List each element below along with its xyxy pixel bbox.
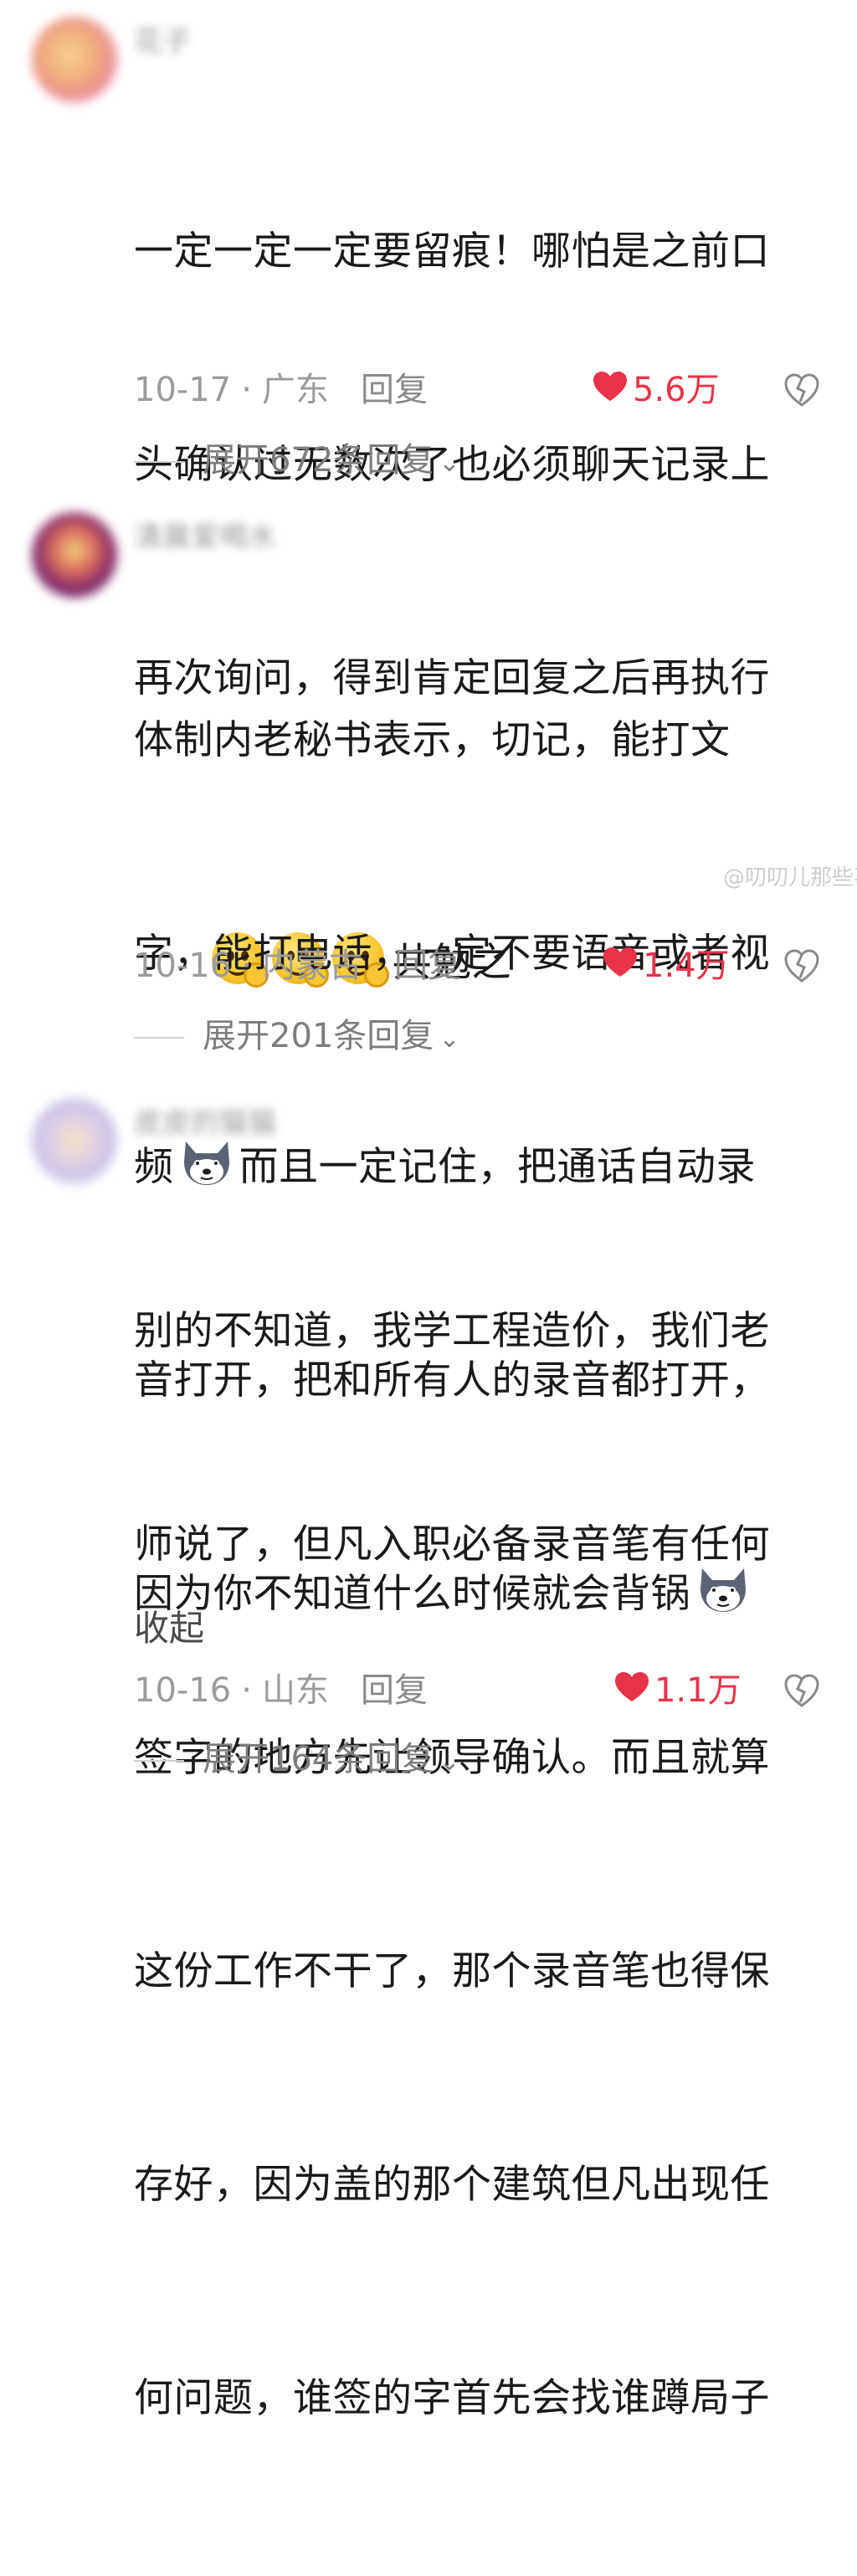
comment-location: 内蒙古: [261, 947, 362, 985]
expand-label: 展开201条回复: [203, 1017, 434, 1055]
reply-button[interactable]: 回复: [394, 947, 461, 985]
avatar[interactable]: [32, 17, 117, 102]
chevron-down-icon: ⌄: [439, 449, 460, 478]
comment-line: 存好，因为盖的那个建筑但凡出现任: [134, 2162, 770, 2208]
dislike-icon[interactable]: [783, 1672, 820, 1709]
watermark: @叨叨儿那些事聊: [723, 865, 857, 890]
expand-replies-button[interactable]: 展开201条回复 ⌄: [134, 1011, 460, 1061]
chevron-down-icon: ⌄: [439, 1747, 460, 1777]
reply-button[interactable]: 回复: [361, 1671, 428, 1710]
avatar[interactable]: [32, 512, 117, 598]
comment-date: 10-16: [134, 1671, 232, 1710]
expand-label: 展开164条回复: [203, 1740, 434, 1778]
avatar[interactable]: [32, 1098, 117, 1183]
comment-location: 广东: [261, 371, 329, 409]
comment-line: 何问题，谁签的字首先会找谁蹲局子: [134, 2375, 770, 2421]
username[interactable]: 花子: [134, 25, 318, 59]
like-count: 1.4万: [643, 947, 730, 985]
comment-line: 别的不知道，我学工程造价，我们老: [134, 1308, 770, 1354]
comment-text: 别的不知道，我学工程造价，我们老 师说了，但凡入职必备录音笔有任何 签字的地方先…: [134, 1153, 820, 2576]
separator-dot: ·: [241, 371, 252, 409]
expand-replies-button[interactable]: 展开672条回复 ⌄: [134, 435, 460, 485]
reply-button[interactable]: 回复: [361, 371, 428, 409]
comment-line: 师说了，但凡入职必备录音笔有任何: [134, 1521, 770, 1568]
collapse-button[interactable]: 收起: [134, 1604, 204, 1654]
like-count: 1.1万: [654, 1671, 742, 1710]
comment-meta: 10-17 · 广东 回复: [134, 365, 428, 415]
like-button[interactable]: 1.4万: [603, 941, 730, 991]
comment-location: 山东: [261, 1671, 329, 1710]
username[interactable]: 皮皮的猫猫: [134, 1106, 318, 1140]
like-button[interactable]: 1.1万: [614, 1665, 742, 1716]
heart-icon: [614, 1667, 649, 1717]
comment-line: 一定一定一定要留痕！哪怕是之前口: [134, 228, 770, 275]
chevron-down-icon: ⌄: [439, 1024, 460, 1054]
like-button[interactable]: 5.6万: [593, 365, 720, 415]
divider: [134, 1760, 184, 1762]
dislike-icon[interactable]: [783, 372, 820, 408]
separator-dot: ·: [241, 1671, 252, 1710]
divider: [134, 461, 184, 463]
expand-label: 展开672条回复: [203, 441, 434, 480]
username[interactable]: 清晨爱喝水: [134, 521, 318, 554]
heart-icon: [593, 367, 628, 417]
comment-meta: 10-16 · 山东 回复: [134, 1665, 428, 1716]
like-count: 5.6万: [633, 371, 720, 409]
comment-date: 10-16: [134, 947, 232, 985]
divider: [134, 1037, 184, 1039]
heart-icon: [603, 942, 638, 993]
comment-date: 10-17: [134, 371, 232, 409]
expand-replies-button[interactable]: 展开164条回复 ⌄: [134, 1734, 460, 1784]
separator-dot: ·: [241, 947, 252, 985]
dislike-icon[interactable]: [783, 947, 820, 984]
comment-meta: 10-16 · 内蒙古 回复: [134, 941, 461, 991]
comment-line: 体制内老秘书表示，切记，能打文: [134, 717, 731, 763]
comment-line: 这份工作不干了，那个录音笔也得保: [134, 1948, 770, 1994]
